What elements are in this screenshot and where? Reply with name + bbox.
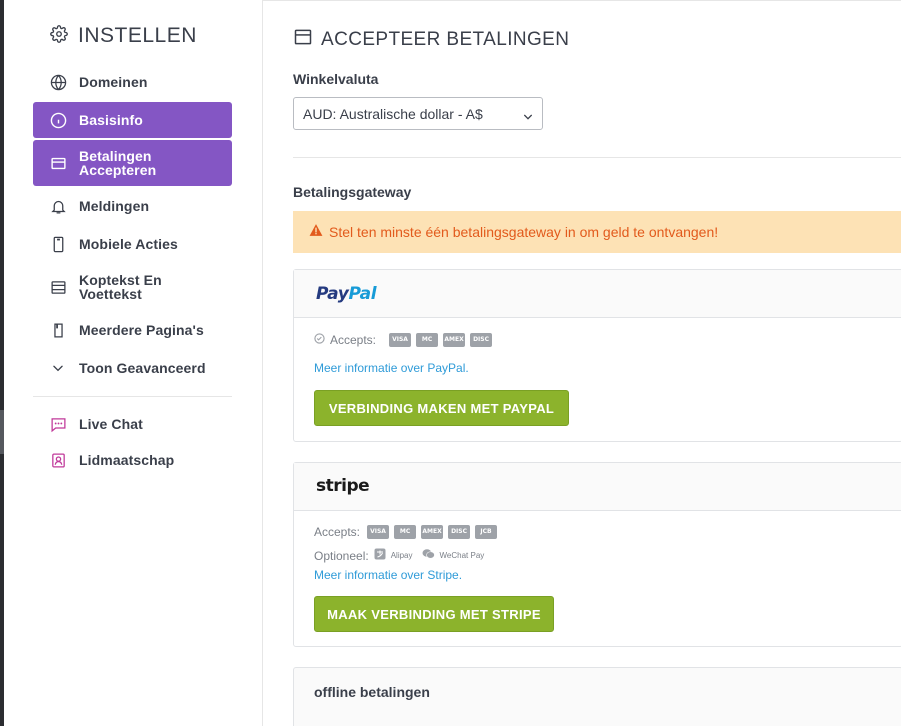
sidebar-item-meldingen[interactable]: Meldingen (33, 188, 232, 224)
sidebar-item-label: Mobiele Acties (79, 236, 178, 252)
layout-icon (49, 278, 67, 296)
amex-logo: AMEX (443, 333, 466, 347)
alipay-icon (374, 548, 386, 563)
stripe-logo: stripe (316, 476, 370, 496)
alipay-label: Alipay (390, 551, 413, 560)
page-title: ACCEPTEER BETALINGEN (293, 27, 569, 52)
sidebar-item-meerdere-paginas[interactable]: Meerdere Pagina's (33, 312, 232, 348)
currency-select[interactable]: AUD: Australische dollar - A$ (293, 97, 543, 130)
gateway-warning-alert: Stel ten minste één betalingsgateway in … (293, 211, 901, 253)
page-icon (49, 321, 67, 339)
sidebar-item-basisinfo[interactable]: Basisinfo (33, 102, 232, 138)
wechat-icon (422, 548, 435, 563)
sidebar-item-label: Domeinen (79, 74, 148, 90)
sidebar-item-label: Koptekst En Voettekst (79, 272, 162, 302)
sidebar-item-label: Live Chat (79, 416, 143, 432)
sidebar-divider (33, 396, 232, 397)
globe-icon (49, 73, 67, 91)
mastercard-logo: MC (394, 525, 417, 539)
sidebar-item-lidmaatschap[interactable]: Lidmaatschap (33, 442, 232, 478)
sidebar-item-mobiele-acties[interactable]: Mobiele Acties (33, 226, 232, 262)
sidebar-item-live-chat[interactable]: Live Chat (33, 406, 232, 442)
currency-select-value: AUD: Australische dollar - A$ (303, 105, 483, 122)
stripe-card-header: stripe (294, 463, 901, 511)
sidebar-item-label: Meldingen (79, 198, 150, 214)
offline-payments-card[interactable]: offline betalingen (293, 667, 901, 726)
chevron-down-icon (49, 359, 67, 377)
visa-logo: VISA (367, 525, 390, 539)
paypal-card-header: PayPal (294, 270, 901, 318)
page-title-text: ACCEPTEER BETALINGEN (321, 28, 570, 50)
stripe-optional-row: Optioneel: Alipay WeChat Pay (314, 548, 484, 563)
sidebar-title-text: INSTELLEN (78, 24, 197, 47)
chat-icon (49, 415, 67, 433)
amex-logo: AMEX (421, 525, 444, 539)
discover-logo: DISC (470, 333, 493, 347)
connect-paypal-button[interactable]: VERBINDING MAKEN MET PAYPAL (314, 390, 569, 426)
alert-message: Stel ten minste één betalingsgateway in … (329, 224, 719, 240)
sidebar-item-label: Betalingen Accepteren (79, 148, 157, 178)
accepts-label: Accepts: (330, 333, 377, 347)
info-icon (49, 111, 67, 129)
connect-stripe-button[interactable]: MAAK VERBINDING MET STRIPE (314, 596, 554, 632)
sidebar-item-label: Meerdere Pagina's (79, 322, 204, 338)
mobile-icon (49, 235, 67, 253)
paypal-card: PayPal Accepts: VISA MC AMEX DISC Meer i… (293, 269, 901, 442)
offline-payments-title: offline betalingen (314, 684, 430, 700)
stripe-accepts-row: Accepts: VISA MC AMEX DISC JCB (314, 525, 498, 539)
section-divider (293, 157, 901, 158)
discover-logo: DISC (448, 525, 471, 539)
bell-icon (49, 197, 67, 215)
gear-icon (50, 24, 68, 48)
mastercard-logo: MC (416, 333, 439, 347)
sidebar-item-label: Lidmaatschap (79, 452, 175, 468)
visa-logo: VISA (389, 333, 412, 347)
credit-card-icon (49, 154, 67, 172)
sidebar-title: INSTELLEN (50, 24, 197, 48)
gateway-label: Betalingsgateway (293, 184, 412, 200)
paypal-info-link[interactable]: Meer informatie over PayPal. (314, 361, 469, 375)
warning-icon (309, 223, 323, 242)
currency-label: Winkelvaluta (293, 71, 379, 87)
paypal-logo: PayPal (316, 284, 377, 304)
settings-sidebar: INSTELLEN Domeinen Basisinfo Betalingen … (4, 0, 263, 726)
wechat-label: WeChat Pay (439, 551, 485, 560)
stripe-card: stripe Accepts: VISA MC AMEX DISC JCB Op… (293, 462, 901, 647)
optional-label: Optioneel: (314, 548, 369, 563)
sidebar-item-toon-geavanceerd[interactable]: Toon Geavanceerd (33, 350, 232, 386)
jcb-logo: JCB (475, 525, 498, 539)
credit-card-icon (293, 27, 313, 52)
sidebar-item-domeinen[interactable]: Domeinen (33, 64, 232, 100)
sidebar-item-koptekst-en-voettekst[interactable]: Koptekst En Voettekst (33, 264, 232, 310)
member-card-icon (49, 451, 67, 469)
check-circle-icon (314, 333, 325, 347)
paypal-accepts-row: Accepts: VISA MC AMEX DISC (314, 333, 493, 347)
accepts-label: Accepts: (314, 525, 361, 539)
stripe-info-link[interactable]: Meer informatie over Stripe. (314, 568, 462, 582)
sidebar-item-label: Basisinfo (79, 112, 143, 128)
sidebar-item-label: Toon Geavanceerd (79, 360, 206, 376)
sidebar-item-betalingen-accepteren[interactable]: Betalingen Accepteren (33, 140, 232, 186)
chevron-down-icon (523, 109, 533, 125)
